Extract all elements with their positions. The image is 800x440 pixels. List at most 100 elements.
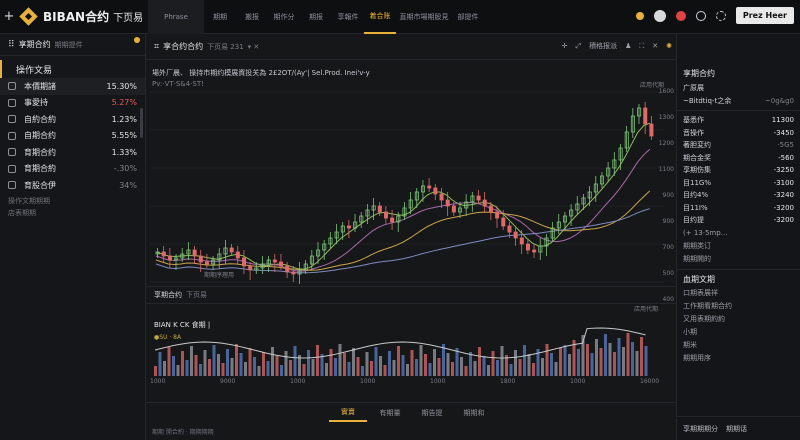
menu-item[interactable]: 工作期看期合约 [677,300,800,313]
menu-item[interactable]: 小期 [677,326,800,339]
tag-icon [8,181,16,190]
x-tick-label: 1000 [150,378,166,385]
menu-item[interactable]: 期期用序 [677,352,800,365]
avatar[interactable] [653,9,666,22]
volume-bar [356,357,360,376]
volume-chart[interactable] [150,310,664,376]
candle-body [507,225,512,233]
menu-item[interactable]: 期米 [677,339,800,352]
chart-tool-label[interactable]: 積格报派 [589,41,617,51]
footer-tab-0[interactable]: 享期期期分 [683,424,718,434]
chart-tools: ✛ ⤢ 積格报派 ♟ ⛶ ✕ ✺ [562,41,672,51]
stat-label: ~Bitdtiq-t之余 [683,96,732,105]
menu-item[interactable]: 口期表展祥 [677,287,800,300]
volume-bar [275,356,279,376]
misc-item[interactable]: (+ 13·5mp… [677,227,800,240]
volume-bar [347,362,351,376]
misc-item[interactable]: 期期类订 [677,240,800,253]
settings-icon[interactable]: ✺ [666,42,672,50]
volume-bar [167,347,171,376]
expand-icon[interactable]: ⤢ [575,42,581,51]
list-item-label-group: 育期合约 [8,147,56,158]
volume-bar [500,346,504,376]
section-title[interactable]: 操作文易 [0,60,145,78]
nav-tab-1[interactable]: 期期 [204,0,236,34]
list-item[interactable]: 育期合約 -.30% [0,161,145,178]
top-right-toolbar: Prez Heer [635,7,794,24]
stat-row[interactable]: 目约提 -3200 [677,214,800,227]
misc-item[interactable]: 期期開的 [677,253,800,266]
stat-label: 目11G% [683,178,711,187]
notification-icon[interactable] [635,11,644,20]
logo[interactable]: BIBAN合约 下页易 [18,7,148,26]
list-item[interactable]: 育股合伊 34% [0,177,145,194]
volume-bar [343,353,346,376]
nav-tab-6[interactable]: 着合账 [364,0,396,34]
primary-cta-button[interactable]: Prez Heer [735,7,794,24]
volume-bar [158,352,162,376]
stat-row[interactable]: 目11I% -3200 [677,202,800,215]
drag-icon[interactable]: ⠿ [8,40,15,50]
bottom-tab-2[interactable]: 期告提 [413,403,451,422]
close-icon[interactable]: ✕ [652,42,658,50]
list-item[interactable]: 本價期諸 15.30% [0,78,145,95]
candle-body [377,205,382,213]
volume-bar [311,359,315,376]
candle-body [161,251,166,257]
candle-body [451,205,456,213]
nav-tab-5[interactable]: 享報件 [332,0,364,34]
nav-tabs: Phrase 期期 搬报 期作分 期报 享報件 着合账 直期市場期股見 部提件 [148,0,484,34]
scrollbar[interactable] [140,108,143,138]
stat-row[interactable]: 目约4% -3240 [677,189,800,202]
right-panel: 享期合约 广原展 ~Bitdtiq-t之余 ~0g&g0 基悉作 11300 音操作 -3… [676,34,800,440]
price-chart[interactable] [150,62,664,302]
stat-row[interactable]: 广原展 [677,82,800,95]
menu-item[interactable]: 又用表期約約 [677,313,800,326]
price-axis: 1600 1300 1200 1100 900 900 700 500 400 [659,88,676,318]
list-item-value: 5.55% [111,131,137,141]
left-panel: ⠿ 享期合约 期期提件 操作文易 本價期諸 15.30% 事愛持 5.27% 自約合約 1… [0,34,146,440]
list-item[interactable]: 育期合约 1.33% [0,144,145,161]
nav-tab-2[interactable]: 搬报 [236,0,268,34]
volume-bar [626,333,630,376]
add-icon[interactable]: + [0,9,18,24]
volume-bar [325,363,328,376]
left-note-1[interactable]: 操作文期期期 [0,196,145,206]
nav-tab-3[interactable]: 期作分 [268,0,300,34]
nav-tab-4[interactable]: 期报 [300,0,332,34]
bottom-tab-1[interactable]: 有期量 [371,403,409,422]
crosshair-icon[interactable]: ✛ [562,42,568,50]
volume-bar [302,364,306,376]
bottom-tab-3[interactable]: 期期和 [455,403,493,422]
stat-label: 享期伤集 [683,166,711,175]
stat-row[interactable]: 音操作 -3450 [677,127,800,140]
clock-icon[interactable] [695,10,706,21]
alert-icon[interactable] [675,10,686,21]
nav-tab-8[interactable]: 部提件 [452,0,484,34]
nav-tab-0[interactable]: Phrase [148,0,204,34]
fullscreen-icon[interactable]: ⛶ [639,42,644,51]
indicator-title[interactable]: 享期合约 [154,290,182,300]
list-item[interactable]: 事愛持 5.27% [0,95,145,112]
stat-row[interactable]: 享期伤集 -3250 [677,164,800,177]
bottom-tab-0[interactable]: 實賣 [329,403,367,422]
stat-row[interactable]: 基悉作 11300 [677,114,800,127]
stat-row[interactable]: 著胆変约 ·5G5 [677,139,800,152]
volume-bar [446,353,450,376]
pin-icon[interactable]: ♟ [625,42,631,50]
volume-bar [599,348,603,376]
nav-tab-7[interactable]: 直期市場期股見 [396,0,452,34]
list-item[interactable]: 自期合约 5.55% [0,128,145,145]
stat-label: 广原展 [683,84,704,93]
stat-row[interactable]: 目11G% -3100 [677,177,800,190]
left-note-2[interactable]: 店表期期 [0,208,145,218]
volume-bar [226,349,229,376]
chart-symbol[interactable]: 享合约合约 [163,41,203,52]
footer-tab-1[interactable]: 期期话 [726,424,747,434]
stat-label: 目约提 [683,216,704,225]
dropdown-icon[interactable]: ▾ ✕ [248,43,260,51]
gear-icon[interactable] [715,10,726,21]
stat-row[interactable]: 期合金奖 -560 [677,152,800,165]
list-item[interactable]: 自約合約 1.23% [0,111,145,128]
stat-row[interactable]: ~Bitdtiq-t之余 ~0g&g0 [677,95,800,108]
